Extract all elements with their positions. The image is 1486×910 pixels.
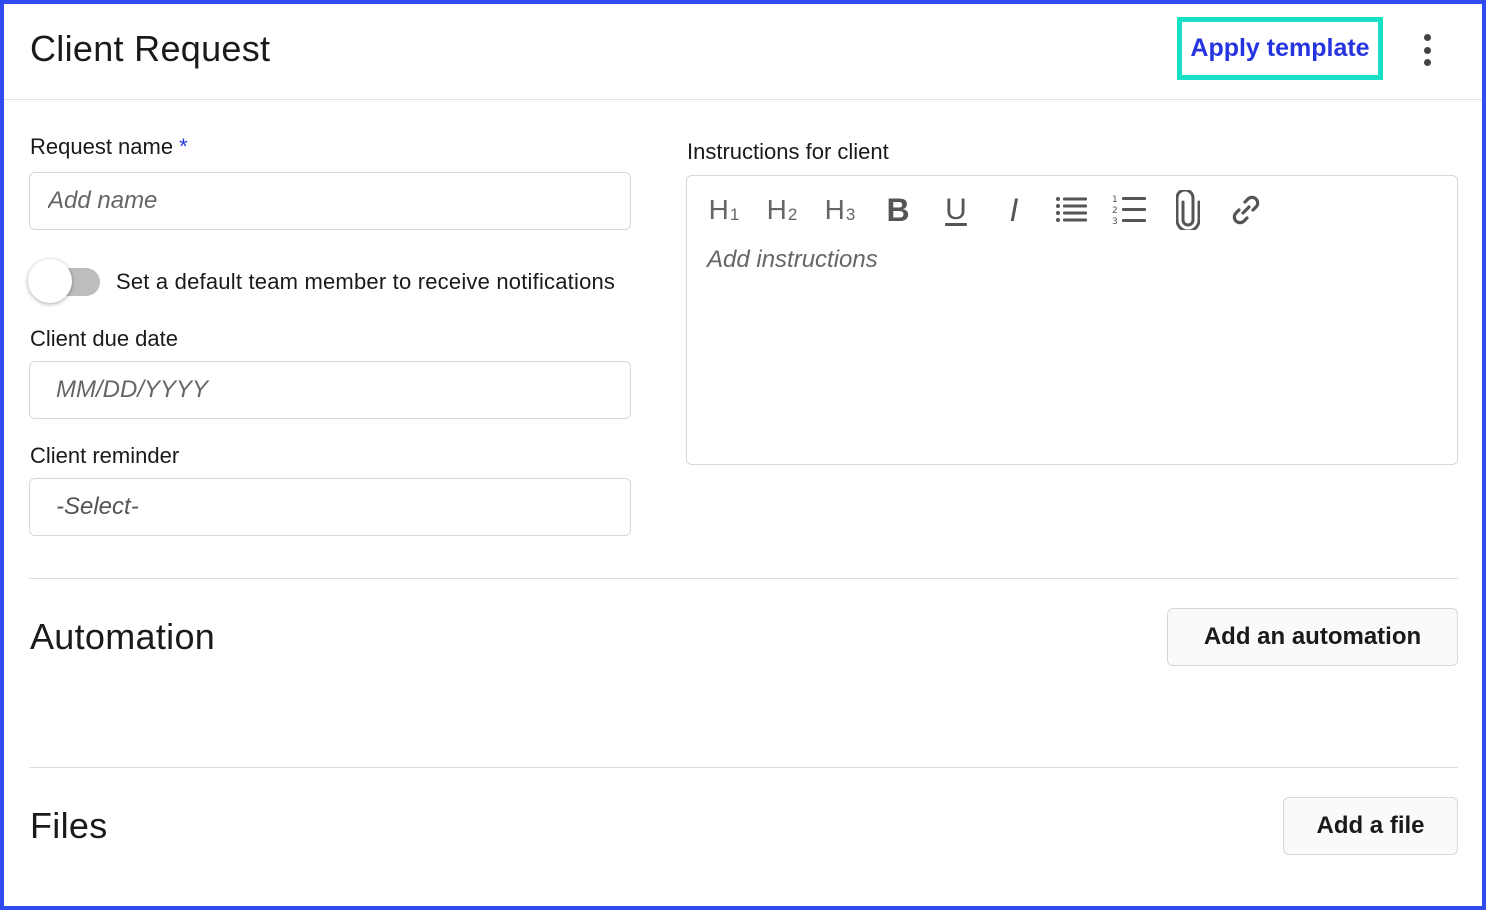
bold-button[interactable]: B	[875, 188, 921, 232]
kebab-dot	[1423, 59, 1431, 66]
heading-2-button[interactable]: H2	[759, 188, 805, 232]
default-member-toggle[interactable]	[28, 259, 102, 303]
numbered-list-icon[interactable]: 123	[1107, 188, 1153, 232]
svg-text:1: 1	[1112, 195, 1118, 205]
underline-button[interactable]: U	[933, 188, 979, 232]
heading-1-sub: 1	[729, 205, 740, 224]
default-member-toggle-label: Set a default team member to receive not…	[116, 269, 616, 294]
apply-template-link[interactable]: Apply template	[1177, 17, 1383, 80]
heading-3-glyph: H	[824, 194, 845, 225]
svg-text:2: 2	[1112, 206, 1118, 216]
link-icon[interactable]	[1223, 188, 1269, 232]
section-divider	[29, 767, 1458, 768]
files-title: Files	[30, 805, 108, 846]
toggle-knob	[28, 259, 72, 303]
kebab-dot	[1423, 34, 1431, 41]
more-options-icon[interactable]	[1417, 32, 1437, 68]
due-date-label: Client due date	[30, 326, 178, 351]
heading-3-button[interactable]: H3	[817, 188, 863, 232]
italic-button[interactable]: I	[991, 188, 1037, 232]
request-name-input[interactable]	[29, 172, 631, 230]
client-reminder-select[interactable]: -Select-	[29, 478, 631, 536]
due-date-input[interactable]	[29, 361, 631, 419]
heading-1-glyph: H	[708, 194, 729, 225]
add-automation-button[interactable]: Add an automation	[1167, 608, 1458, 666]
kebab-dot	[1423, 46, 1431, 54]
heading-2-glyph: H	[766, 194, 787, 225]
section-divider	[29, 578, 1458, 579]
instructions-label: Instructions for client	[687, 139, 889, 164]
editor-toolbar: H1 H2 H3 B U I 123	[701, 188, 1281, 232]
heading-3-sub: 3	[845, 205, 856, 224]
panel-header: Client Request Apply template	[4, 4, 1482, 100]
client-reminder-selected: -Select-	[56, 493, 139, 520]
page-title: Client Request	[30, 28, 271, 69]
heading-2-sub: 2	[787, 205, 798, 224]
required-asterisk: *	[179, 134, 188, 159]
instructions-placeholder: Add instructions	[707, 246, 878, 273]
automation-title: Automation	[30, 616, 216, 657]
request-name-label: Request name *	[30, 134, 188, 160]
add-file-button[interactable]: Add a file	[1283, 797, 1458, 855]
client-reminder-label: Client reminder	[30, 443, 180, 468]
heading-1-button[interactable]: H1	[701, 188, 747, 232]
request-name-label-text: Request name	[30, 134, 174, 159]
client-request-panel: Client Request Apply template Request na…	[0, 0, 1486, 910]
instructions-editor[interactable]: H1 H2 H3 B U I 123 Add instructions	[686, 175, 1458, 465]
svg-text:3: 3	[1112, 217, 1118, 226]
bulleted-list-icon[interactable]	[1049, 188, 1095, 232]
paperclip-icon[interactable]	[1165, 188, 1211, 232]
